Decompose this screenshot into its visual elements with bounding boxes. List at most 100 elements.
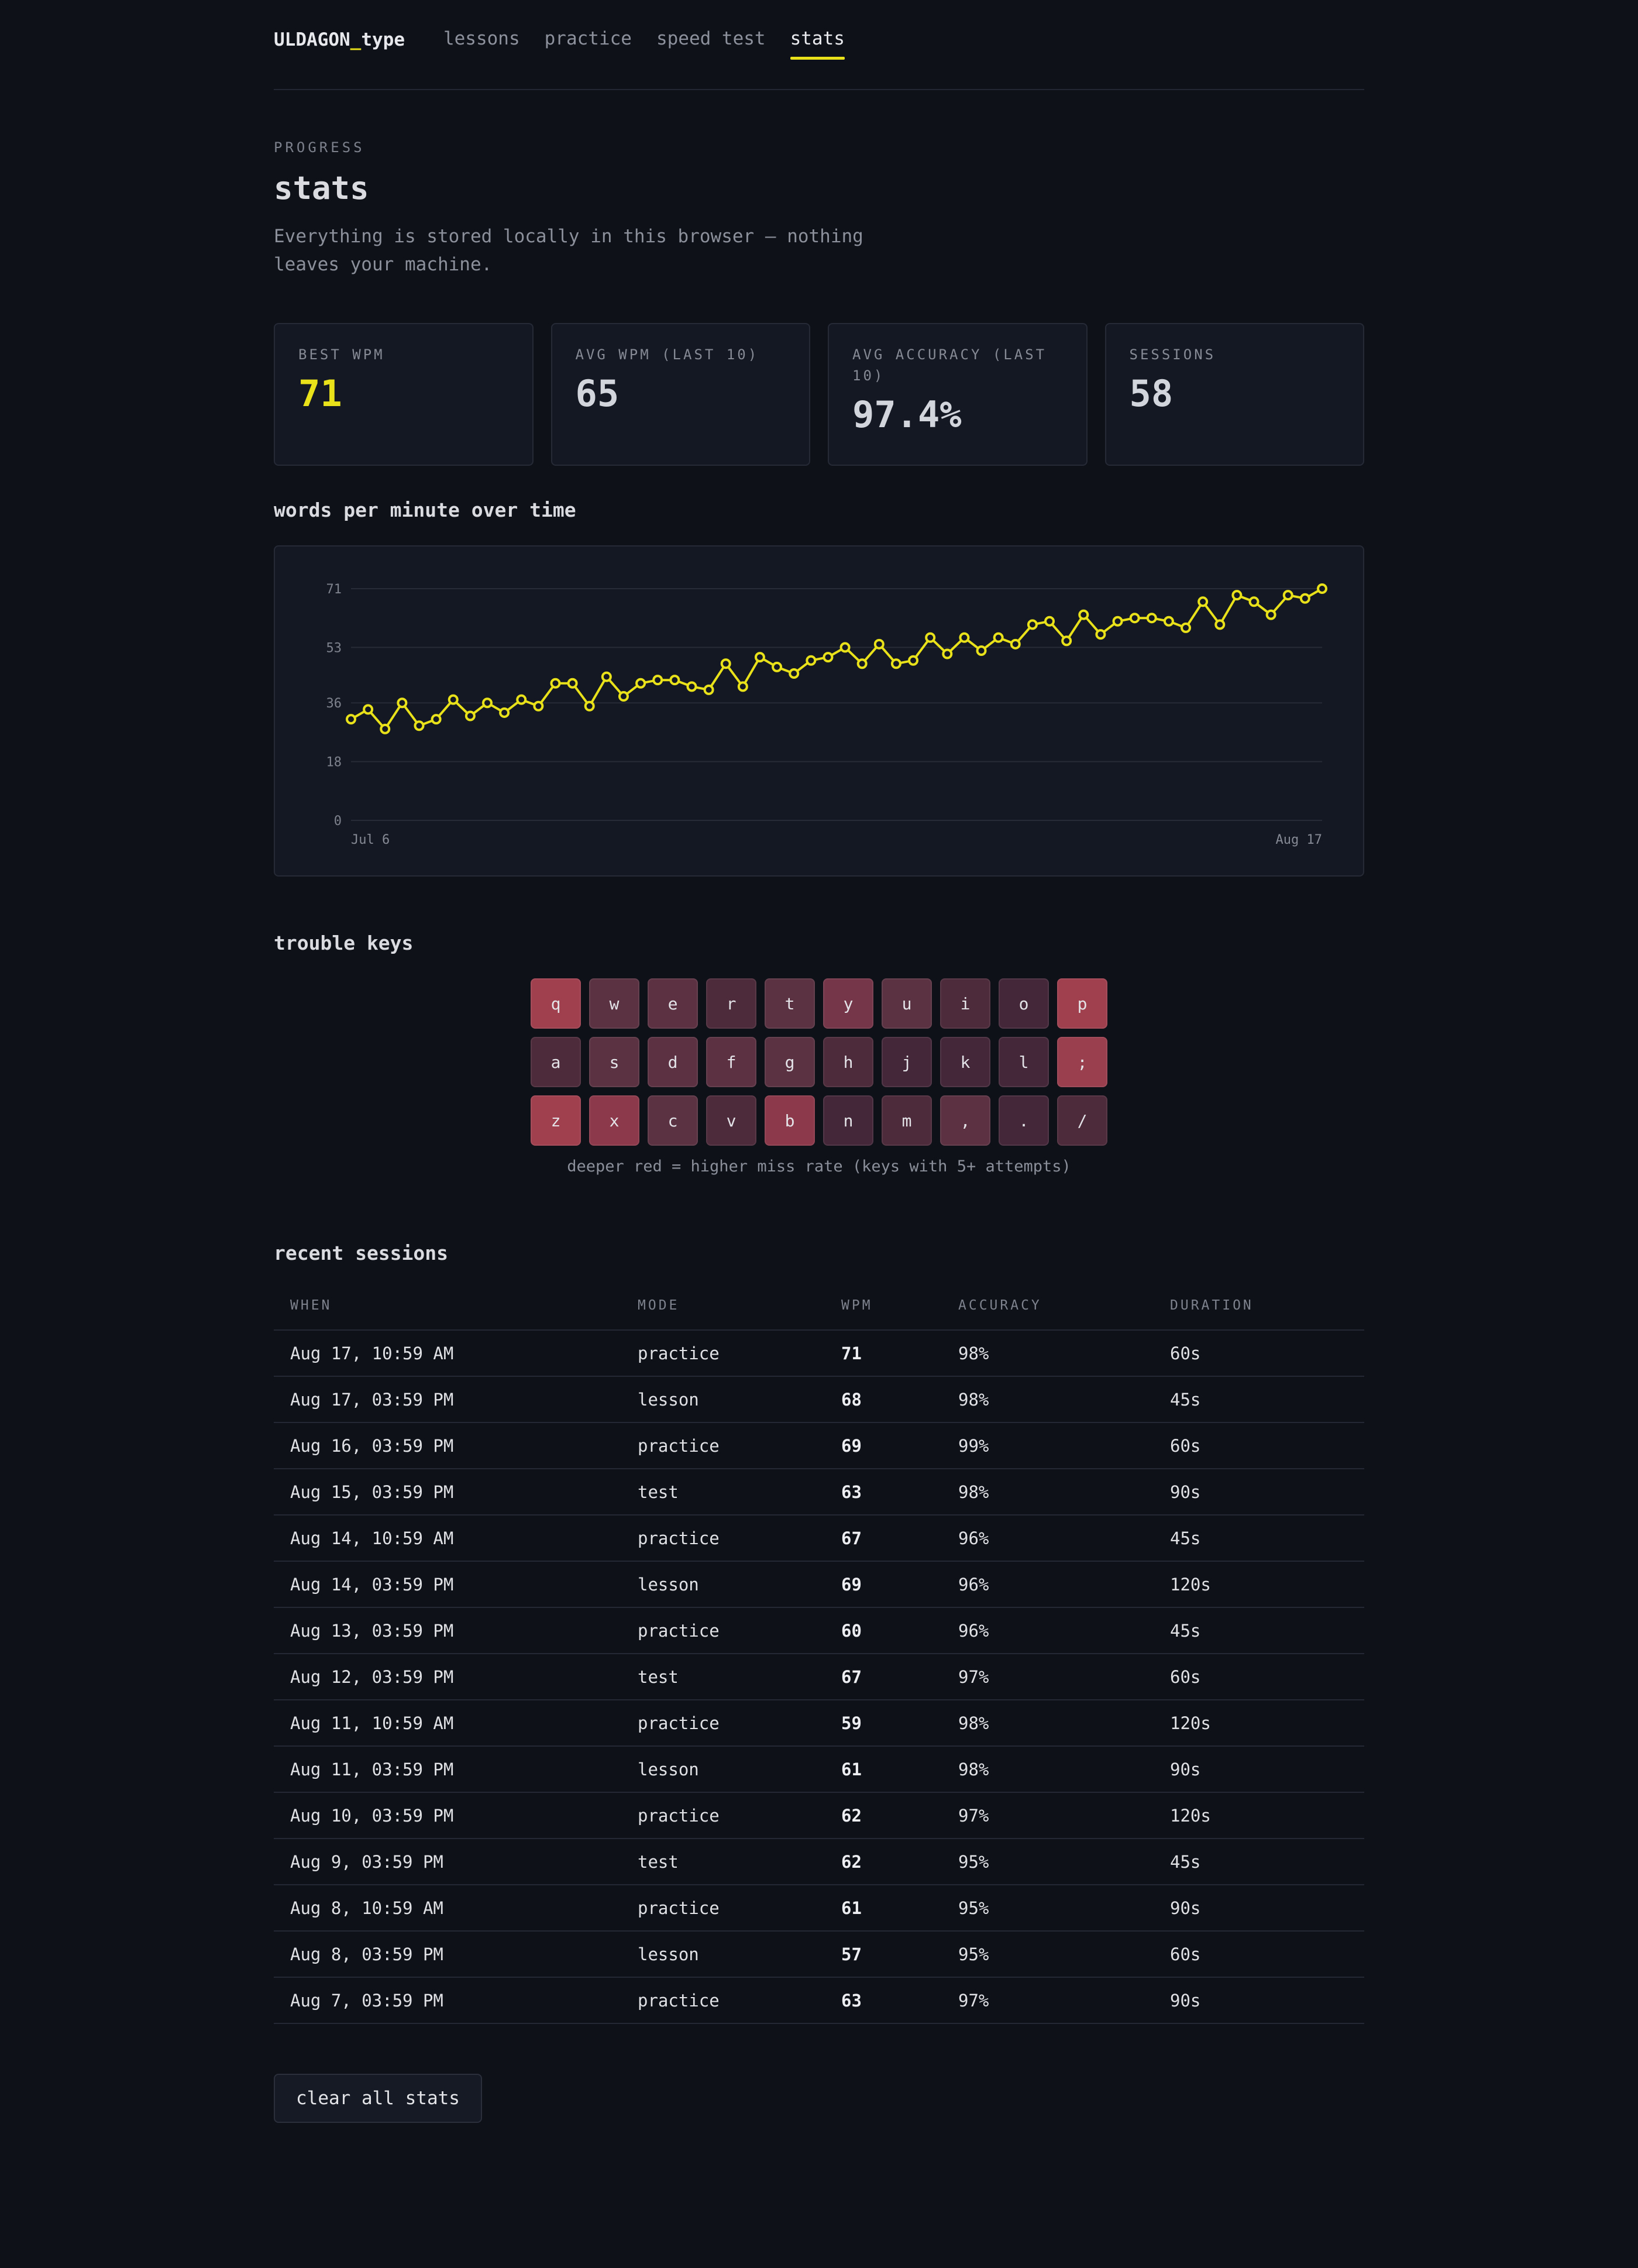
wpm-data-point[interactable] xyxy=(925,632,936,643)
wpm-data-point[interactable] xyxy=(414,720,425,731)
wpm-data-point[interactable] xyxy=(448,694,459,705)
key-cap[interactable]: x xyxy=(589,1095,639,1146)
wpm-data-point[interactable] xyxy=(686,681,697,692)
key-cap[interactable]: o xyxy=(999,978,1049,1029)
wpm-data-point[interactable] xyxy=(976,645,987,656)
key-cap[interactable]: g xyxy=(765,1037,815,1087)
key-cap[interactable]: j xyxy=(882,1037,932,1087)
wpm-data-point[interactable] xyxy=(839,642,851,653)
wpm-data-point[interactable] xyxy=(703,684,714,695)
wpm-data-point[interactable] xyxy=(481,697,493,709)
wpm-data-point[interactable] xyxy=(993,632,1004,643)
key-cap[interactable]: n xyxy=(823,1095,873,1146)
wpm-data-point[interactable] xyxy=(567,678,578,689)
wpm-data-point[interactable] xyxy=(806,655,817,666)
wpm-data-point[interactable] xyxy=(499,707,510,718)
key-cap[interactable]: u xyxy=(882,978,932,1029)
wpm-data-point[interactable] xyxy=(754,652,765,663)
wpm-data-point[interactable] xyxy=(363,704,374,715)
wpm-data-point[interactable] xyxy=(618,691,629,702)
wpm-data-point[interactable] xyxy=(516,694,527,705)
col-wpm: WPM xyxy=(825,1281,942,1331)
wpm-data-point[interactable] xyxy=(908,655,919,666)
page: ULDAGON_type lessons practice speed test… xyxy=(274,0,1364,2123)
key-cap[interactable]: a xyxy=(531,1037,581,1087)
brand-prefix: ULDAGON xyxy=(274,29,350,50)
wpm-data-point[interactable] xyxy=(1027,619,1038,630)
nav-stats[interactable]: stats xyxy=(790,28,845,60)
wpm-data-point[interactable] xyxy=(533,700,544,712)
wpm-data-point[interactable] xyxy=(720,658,731,669)
wpm-data-point[interactable] xyxy=(1299,593,1310,604)
wpm-data-point[interactable] xyxy=(856,658,868,669)
wpm-data-point[interactable] xyxy=(959,632,970,643)
brand-suffix: type xyxy=(361,29,405,50)
wpm-data-point[interactable] xyxy=(397,697,408,709)
wpm-data-point[interactable] xyxy=(1112,616,1123,627)
nav-practice[interactable]: practice xyxy=(545,28,632,51)
wpm-data-point[interactable] xyxy=(942,648,953,659)
wpm-data-point[interactable] xyxy=(1129,613,1140,624)
wpm-data-point[interactable] xyxy=(584,700,595,712)
key-cap[interactable]: m xyxy=(882,1095,932,1146)
wpm-data-point[interactable] xyxy=(669,675,680,686)
wpm-data-point[interactable] xyxy=(1146,613,1157,624)
key-cap[interactable]: e xyxy=(648,978,698,1029)
key-cap[interactable]: r xyxy=(706,978,756,1029)
wpm-data-point[interactable] xyxy=(1010,638,1021,650)
key-cap[interactable]: l xyxy=(999,1037,1049,1087)
wpm-data-point[interactable] xyxy=(1095,629,1106,640)
wpm-data-point[interactable] xyxy=(635,678,646,689)
wpm-data-point[interactable] xyxy=(737,681,748,692)
key-cap[interactable]: q xyxy=(531,978,581,1029)
cell-when: Aug 16, 03:59 PM xyxy=(274,1422,621,1469)
key-cap[interactable]: ; xyxy=(1057,1037,1107,1087)
key-cap[interactable]: t xyxy=(765,978,815,1029)
key-cap[interactable]: k xyxy=(940,1037,990,1087)
wpm-data-point[interactable] xyxy=(1044,616,1055,627)
wpm-data-point[interactable] xyxy=(1231,590,1243,601)
wpm-data-point[interactable] xyxy=(772,661,783,672)
wpm-data-point[interactable] xyxy=(1214,619,1226,630)
key-cap[interactable]: c xyxy=(648,1095,698,1146)
wpm-data-point[interactable] xyxy=(550,678,561,689)
key-cap[interactable]: h xyxy=(823,1037,873,1087)
key-cap[interactable]: s xyxy=(589,1037,639,1087)
nav-speed-test[interactable]: speed test xyxy=(656,28,766,51)
wpm-data-point[interactable] xyxy=(346,714,356,725)
nav-lessons[interactable]: lessons xyxy=(443,28,520,51)
key-cap[interactable]: . xyxy=(999,1095,1049,1146)
wpm-data-point[interactable] xyxy=(890,658,901,669)
wpm-data-point[interactable] xyxy=(464,710,476,721)
wpm-data-point[interactable] xyxy=(1181,622,1192,633)
key-cap[interactable]: z xyxy=(531,1095,581,1146)
key-cap[interactable]: / xyxy=(1057,1095,1107,1146)
key-cap[interactable]: y xyxy=(823,978,873,1029)
key-cap[interactable]: p xyxy=(1057,978,1107,1029)
wpm-data-point[interactable] xyxy=(823,652,834,663)
wpm-data-point[interactable] xyxy=(1078,609,1089,620)
wpm-data-point[interactable] xyxy=(652,675,663,686)
wpm-data-point[interactable] xyxy=(1197,596,1209,607)
key-cap[interactable]: i xyxy=(940,978,990,1029)
wpm-data-point[interactable] xyxy=(873,638,885,650)
wpm-data-point[interactable] xyxy=(1061,635,1072,647)
wpm-data-point[interactable] xyxy=(1282,590,1293,601)
key-cap[interactable]: f xyxy=(706,1037,756,1087)
clear-stats-button[interactable]: clear all stats xyxy=(274,2074,482,2123)
wpm-data-point[interactable] xyxy=(601,671,612,682)
wpm-data-point[interactable] xyxy=(789,668,800,679)
key-cap[interactable]: v xyxy=(706,1095,756,1146)
key-cap[interactable]: d xyxy=(648,1037,698,1087)
wpm-data-point[interactable] xyxy=(1265,609,1276,620)
key-cap[interactable]: w xyxy=(589,978,639,1029)
wpm-data-point[interactable] xyxy=(380,723,391,734)
brand-logo[interactable]: ULDAGON_type xyxy=(274,29,405,50)
wpm-data-point[interactable] xyxy=(431,714,442,725)
key-cap[interactable]: , xyxy=(940,1095,990,1146)
wpm-data-point[interactable] xyxy=(1248,596,1260,607)
wpm-data-point[interactable] xyxy=(1163,616,1174,627)
key-cap[interactable]: b xyxy=(765,1095,815,1146)
page-description: Everything is stored locally in this bro… xyxy=(274,226,863,275)
wpm-data-point[interactable] xyxy=(1317,583,1327,594)
